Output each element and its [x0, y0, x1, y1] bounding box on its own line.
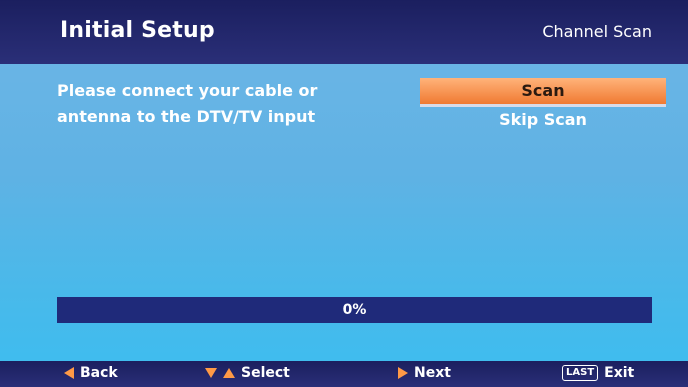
back-hint[interactable]: Back [64, 365, 118, 381]
exit-label: Exit [604, 365, 635, 381]
exit-hint[interactable]: LAST Exit [562, 365, 634, 381]
up-triangle-icon [223, 368, 235, 378]
next-label: Next [414, 365, 451, 381]
page-title: Initial Setup [60, 18, 215, 43]
left-triangle-icon [64, 367, 74, 379]
footer-bar: Back Select Next LAST Exit [0, 361, 688, 387]
instruction-line-1: Please connect your cable or [57, 81, 318, 100]
instruction-text: Please connect your cable or antenna to … [57, 78, 377, 130]
progress-label: 0% [342, 302, 367, 318]
section-title: Channel Scan [542, 22, 652, 41]
last-key-badge: LAST [562, 365, 599, 381]
right-triangle-icon [398, 367, 408, 379]
next-hint[interactable]: Next [398, 365, 451, 381]
back-label: Back [80, 365, 118, 381]
tv-setup-screen: Initial Setup Channel Scan Please connec… [0, 0, 688, 387]
select-label: Select [241, 365, 290, 381]
header-bar: Initial Setup Channel Scan [0, 0, 688, 64]
instruction-line-2: antenna to the DTV/TV input [57, 107, 316, 126]
scan-progress-bar: 0% [57, 297, 652, 323]
scan-menu: Scan Skip Scan [420, 78, 666, 133]
skip-scan-button[interactable]: Skip Scan [420, 107, 666, 133]
down-triangle-icon [205, 368, 217, 378]
scan-button[interactable]: Scan [420, 78, 666, 107]
select-hint[interactable]: Select [205, 365, 290, 381]
